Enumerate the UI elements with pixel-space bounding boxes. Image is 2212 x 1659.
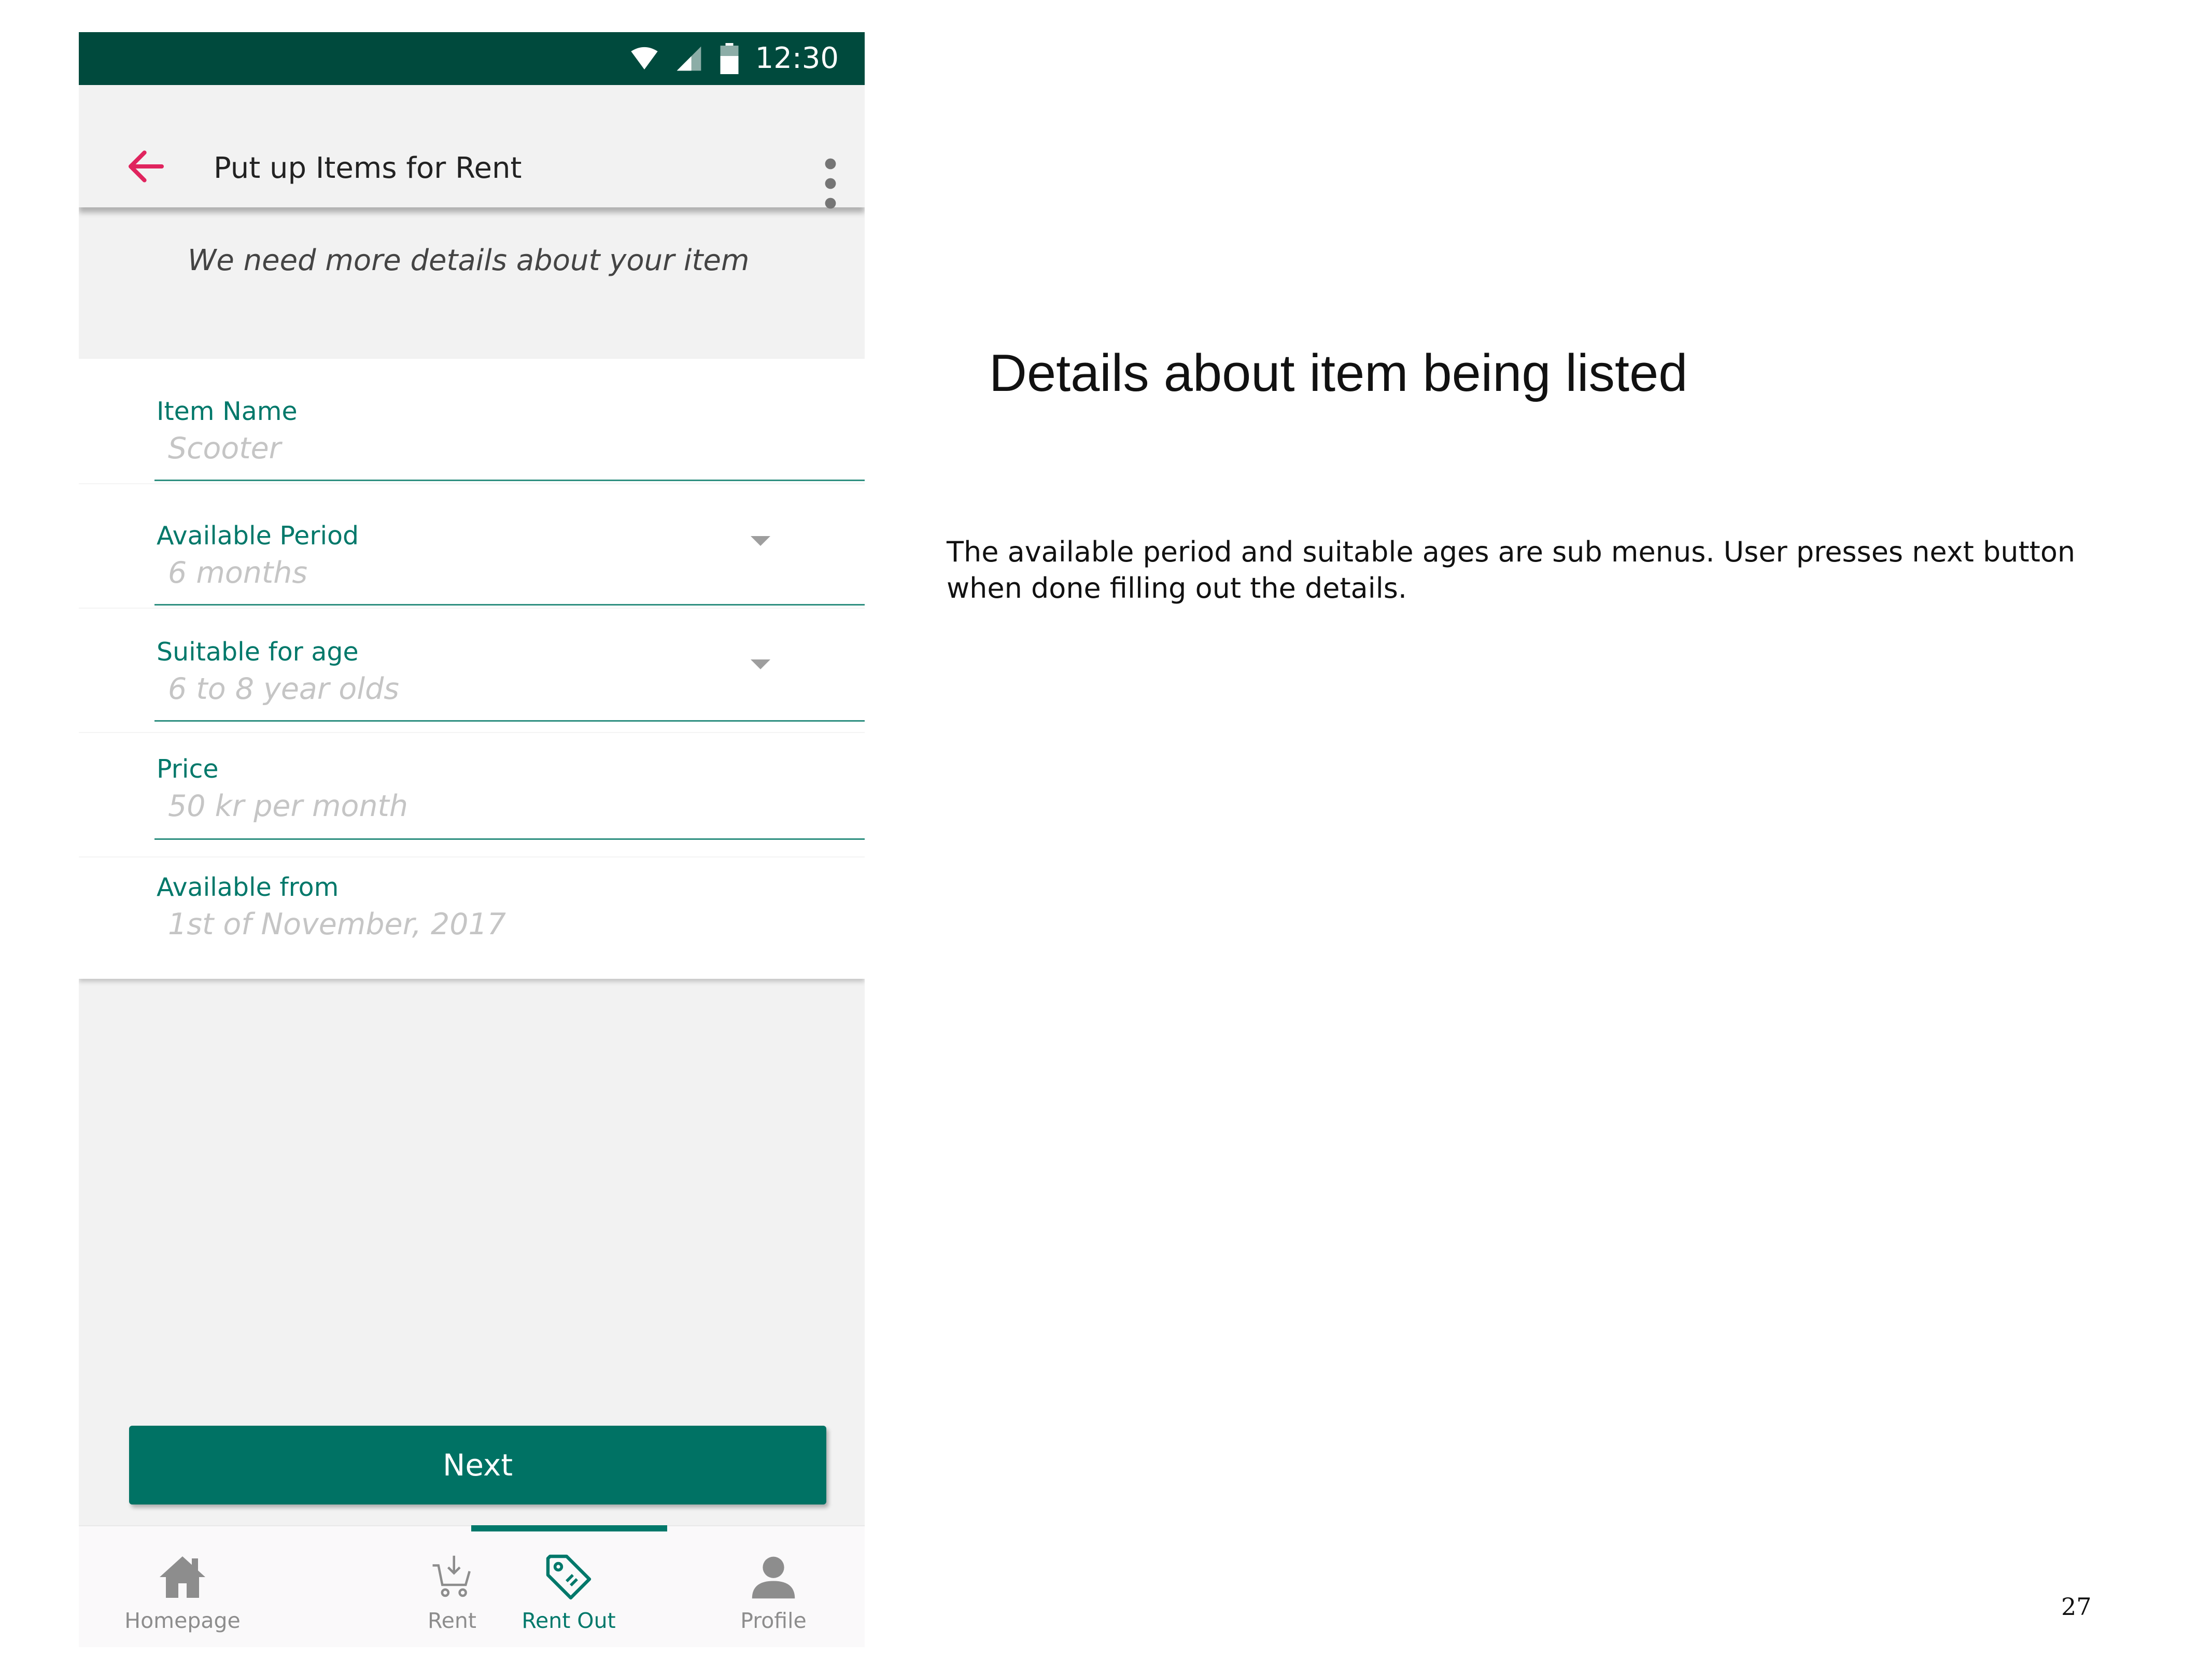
price-input[interactable]: 50 kr per month <box>168 788 408 824</box>
status-time: 12:30 <box>755 41 839 75</box>
nav-profile[interactable]: Profile <box>670 1526 865 1647</box>
chevron-down-icon[interactable] <box>751 536 770 546</box>
nav-rent-out[interactable]: Rent Out <box>465 1526 672 1647</box>
chevron-down-icon[interactable] <box>751 659 770 669</box>
price-underline <box>154 838 865 840</box>
item-name-label: Item Name <box>157 397 298 426</box>
nav-profile-label: Profile <box>740 1608 807 1633</box>
available-period-dropdown[interactable]: Available Period 6 months <box>79 483 865 609</box>
available-from-field[interactable]: Available from 1st of November, 2017 <box>79 856 865 981</box>
available-period-underline <box>154 604 865 606</box>
suitable-age-value[interactable]: 6 to 8 year olds <box>168 671 399 707</box>
signal-icon <box>677 46 701 71</box>
item-name-input[interactable]: Scooter <box>168 430 281 467</box>
page-title: Put up Items for Rent <box>214 151 522 185</box>
page-number: 27 <box>2061 1593 2092 1621</box>
phone-screen: 12:30 Put up Items for Rent We need more… <box>79 32 865 1647</box>
item-details-form: Item Name Scooter Available Period 6 mon… <box>79 359 865 979</box>
available-from-label: Available from <box>157 873 339 902</box>
details-message: We need more details about your item <box>188 244 750 277</box>
app-bar: Put up Items for Rent <box>79 85 865 209</box>
home-icon <box>160 1556 205 1598</box>
active-tab-indicator <box>471 1525 667 1531</box>
next-button[interactable]: Next <box>129 1426 826 1505</box>
price-label: Price <box>157 754 219 784</box>
details-subheader: We need more details about your item <box>79 207 865 358</box>
suitable-age-dropdown[interactable]: Suitable for age 6 to 8 year olds <box>79 608 865 733</box>
available-period-value[interactable]: 6 months <box>168 555 307 591</box>
battery-icon <box>720 43 739 74</box>
nav-rent-out-label: Rent Out <box>522 1608 616 1633</box>
item-name-underline <box>154 480 865 481</box>
wifi-icon <box>630 47 658 69</box>
tag-icon <box>546 1554 591 1600</box>
available-from-input[interactable]: 1st of November, 2017 <box>168 906 506 943</box>
annotation-description: The available period and suitable ages a… <box>947 536 2076 604</box>
status-bar: 12:30 <box>79 32 865 85</box>
suitable-age-underline <box>154 720 865 722</box>
suitable-age-label: Suitable for age <box>157 637 359 667</box>
item-name-field[interactable]: Item Name Scooter <box>79 359 865 484</box>
more-vert-icon[interactable] <box>820 158 841 209</box>
bottom-navigation: Homepage Rent Rent Out Profile <box>79 1525 865 1647</box>
back-arrow-icon[interactable] <box>125 146 167 187</box>
nav-homepage[interactable]: Homepage <box>79 1526 286 1647</box>
nav-homepage-label: Homepage <box>124 1608 241 1633</box>
annotation-heading: Details about item being listed <box>989 344 1688 402</box>
available-period-label: Available Period <box>157 521 359 551</box>
person-icon <box>752 1556 795 1599</box>
price-field[interactable]: Price 50 kr per month <box>79 732 865 857</box>
